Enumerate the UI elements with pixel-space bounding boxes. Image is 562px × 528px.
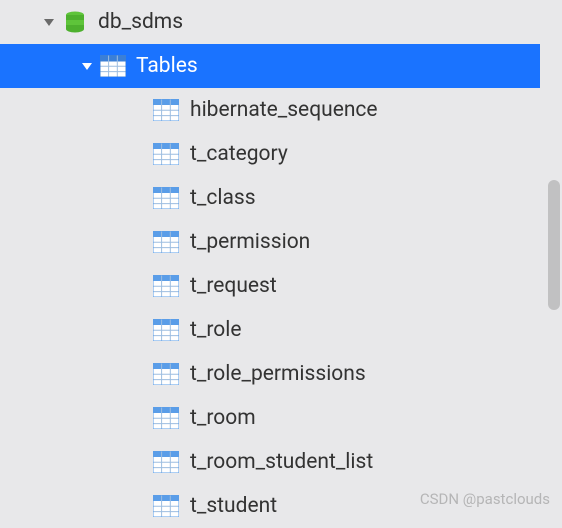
table-label: t_role_permissions <box>190 362 366 386</box>
chevron-down-icon <box>42 15 56 29</box>
database-icon <box>62 9 88 35</box>
table-label: t_permission <box>190 230 310 254</box>
table-node[interactable]: t_class <box>0 176 540 220</box>
tables-list: hibernate_sequence t_category t_class t_… <box>0 88 540 528</box>
table-icon <box>152 316 180 344</box>
table-icon <box>152 360 180 388</box>
table-label: t_class <box>190 186 256 210</box>
table-icon <box>152 492 180 520</box>
table-label: t_student <box>190 494 277 518</box>
table-node[interactable]: t_request <box>0 264 540 308</box>
table-node[interactable]: hibernate_sequence <box>0 88 540 132</box>
table-node[interactable]: t_role_permissions <box>0 352 540 396</box>
table-label: t_room_student_list <box>190 450 373 474</box>
table-node[interactable]: t_category <box>0 132 540 176</box>
table-node[interactable]: t_role <box>0 308 540 352</box>
table-node[interactable]: t_room_student_list <box>0 440 540 484</box>
tables-node[interactable]: Tables <box>0 44 540 88</box>
table-label: t_category <box>190 142 288 166</box>
tables-group-icon <box>100 53 126 79</box>
table-icon <box>152 272 180 300</box>
database-label: db_sdms <box>98 10 183 34</box>
table-icon <box>152 184 180 212</box>
table-icon <box>152 404 180 432</box>
tables-label: Tables <box>136 54 198 78</box>
table-icon <box>152 140 180 168</box>
database-tree: db_sdms Tables hibernate_sequ <box>0 0 540 528</box>
database-node[interactable]: db_sdms <box>0 0 540 44</box>
table-node[interactable]: t_student <box>0 484 540 528</box>
chevron-down-icon <box>80 59 94 73</box>
table-icon <box>152 448 180 476</box>
table-label: t_role <box>190 318 241 342</box>
table-label: t_request <box>190 274 277 298</box>
table-icon <box>152 96 180 124</box>
table-icon <box>152 228 180 256</box>
scrollbar-thumb[interactable] <box>548 180 560 310</box>
table-label: hibernate_sequence <box>190 98 378 122</box>
table-node[interactable]: t_room <box>0 396 540 440</box>
table-node[interactable]: t_permission <box>0 220 540 264</box>
table-label: t_room <box>190 406 256 430</box>
